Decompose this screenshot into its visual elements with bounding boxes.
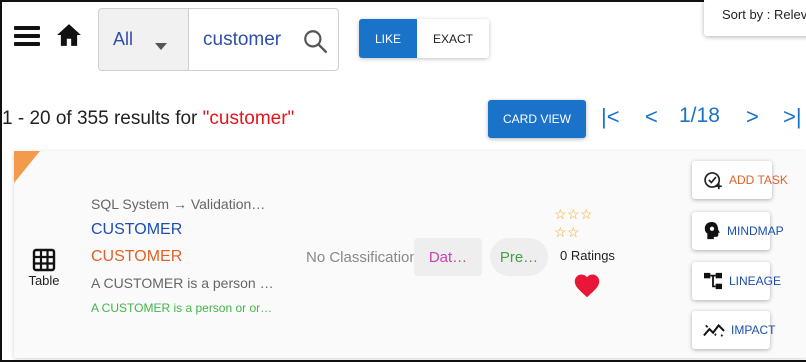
corner-flag	[14, 151, 40, 183]
star-icon[interactable]: ☆	[567, 225, 580, 239]
pager-first-button[interactable]: |<	[601, 104, 620, 130]
star-icon[interactable]: ☆	[567, 207, 580, 221]
mindmap-button[interactable]: MINDMAP	[692, 212, 784, 250]
page-indicator: 1/18	[679, 104, 720, 127]
chevron-down-icon	[155, 43, 167, 50]
add-task-button[interactable]: ADD TASK	[692, 161, 788, 199]
pager-prev-button[interactable]: <	[645, 104, 658, 130]
pager-next-button[interactable]: >	[746, 104, 759, 130]
results-count: 1 - 20 of 355 results for	[2, 108, 203, 129]
pre-chip[interactable]: Pre…	[490, 238, 548, 276]
ratings-count: 0 Ratings	[560, 248, 615, 263]
business-name: CUSTOMER	[91, 248, 183, 265]
home-icon[interactable]	[56, 22, 82, 48]
asset-name-link[interactable]: CUSTOMER	[91, 221, 182, 239]
star-icon[interactable]: ☆	[580, 207, 593, 221]
like-button[interactable]: LIKE	[359, 19, 417, 58]
table-icon	[32, 248, 56, 272]
lineage-icon	[704, 272, 722, 290]
heart-icon[interactable]	[573, 272, 601, 298]
pager-last-button[interactable]: >|	[783, 104, 802, 130]
impact-button[interactable]: IMPACT	[692, 311, 775, 349]
star-icon[interactable]: ☆	[554, 207, 567, 221]
rating-stars[interactable]: ☆☆☆ ☆☆	[554, 206, 614, 242]
scope-select-value: All	[113, 29, 134, 49]
menu-icon[interactable]	[14, 26, 40, 46]
data-chip[interactable]: Dat…	[414, 238, 482, 276]
results-summary: 1 - 20 of 355 results for "customer"	[2, 108, 294, 130]
add-task-label: ADD TASK	[729, 173, 788, 187]
results-query: "customer"	[202, 108, 295, 129]
result-card[interactable]: Table SQL System → Validation… CUSTOMER …	[14, 151, 806, 358]
star-icon[interactable]: ☆	[554, 225, 567, 239]
sort-dropdown[interactable]: Sort by : Relevance	[704, 0, 806, 36]
type-label: Table	[28, 273, 60, 288]
scope-select[interactable]: All	[98, 8, 189, 71]
search-box	[188, 8, 339, 71]
impact-label: IMPACT	[731, 323, 776, 337]
exact-button[interactable]: EXACT	[417, 19, 489, 58]
lineage-button[interactable]: LINEAGE	[692, 262, 781, 300]
mindmap-label: MINDMAP	[727, 224, 784, 238]
search-input[interactable]	[203, 28, 295, 51]
impact-icon	[703, 323, 725, 337]
asset-description: A CUSTOMER is a person …	[91, 275, 274, 291]
match-mode-toggle: LIKE EXACT	[359, 19, 489, 58]
classification-label: No Classification	[306, 249, 416, 266]
lineage-label: LINEAGE	[729, 274, 782, 288]
search-icon[interactable]	[302, 28, 328, 54]
mindmap-icon	[704, 222, 720, 240]
breadcrumb[interactable]: SQL System → Validation…	[91, 196, 265, 212]
card-view-button[interactable]: CARD VIEW	[488, 100, 586, 138]
business-description: A CUSTOMER is a person or or…	[91, 301, 273, 315]
add-task-icon	[704, 172, 722, 190]
